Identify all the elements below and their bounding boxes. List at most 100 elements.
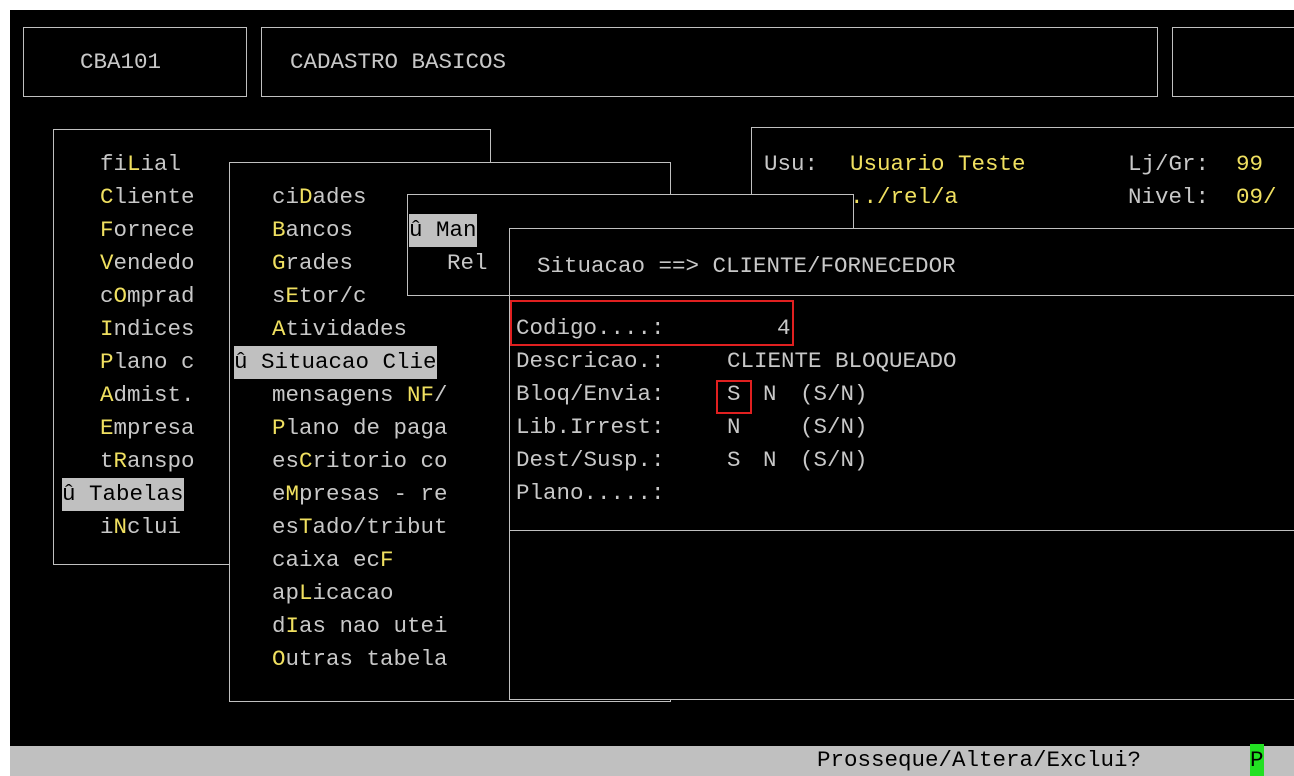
tables-menu-item[interactable]: eMpresas - re bbox=[272, 478, 448, 511]
main-menu-item-hotkey: F bbox=[100, 217, 114, 243]
tables-menu-item-label: ritorio co bbox=[312, 448, 448, 474]
tables-menu-item-label: es bbox=[272, 514, 300, 540]
tables-menu-item-label: rades bbox=[285, 250, 354, 276]
tables-menu-item[interactable]: mensagens NF/ bbox=[272, 379, 448, 412]
main-menu-item-label: clui bbox=[127, 514, 182, 540]
main-menu-item-label: fi bbox=[100, 151, 128, 177]
main-menu-item-label: ial bbox=[140, 151, 182, 177]
main-menu-item-label: c bbox=[100, 283, 114, 309]
tables-menu-item[interactable]: Outras tabela bbox=[272, 643, 448, 676]
tables-menu-item-label: lano de paga bbox=[285, 415, 448, 441]
descricao-field[interactable]: CLIENTE BLOQUEADO bbox=[727, 345, 957, 378]
main-menu-item-hotkey: I bbox=[100, 316, 114, 342]
lib-value[interactable]: N bbox=[727, 411, 741, 444]
main-menu-item-label: û Tabelas bbox=[62, 481, 184, 507]
tables-menu-item-hotkey: G bbox=[272, 250, 286, 276]
main-menu-item[interactable]: iNclui bbox=[100, 511, 181, 544]
main-menu-item-label: lano c bbox=[113, 349, 195, 375]
main-menu-item-label: mprad bbox=[127, 283, 195, 309]
main-menu-item-hotkey: L bbox=[127, 151, 141, 177]
tables-menu-item[interactable]: Grades bbox=[272, 247, 353, 280]
dest-value-n[interactable]: N bbox=[763, 444, 777, 477]
bloq-label: Bloq/Envia: bbox=[516, 381, 665, 407]
main-menu-item-hotkey: A bbox=[100, 382, 114, 408]
loja-label: Lj/Gr: bbox=[1128, 151, 1210, 177]
main-menu-item-hotkey: N bbox=[113, 514, 128, 540]
main-menu-item[interactable]: tRanspo bbox=[100, 445, 195, 478]
main-menu-item[interactable]: fiLial bbox=[100, 148, 181, 181]
tables-menu-item-label: ades bbox=[312, 184, 367, 210]
tables-menu-item-label: û Situacao Clie bbox=[234, 349, 437, 375]
main-menu-item[interactable]: Fornece bbox=[100, 214, 195, 247]
main-menu-item-hotkey: C bbox=[100, 184, 114, 210]
main-menu-item-hotkey: O bbox=[113, 283, 128, 309]
tables-menu-item[interactable]: apLicacao bbox=[272, 577, 394, 610]
tables-menu-item-hotkey: E bbox=[285, 283, 300, 309]
tables-menu-item[interactable]: dIas nao utei bbox=[272, 610, 448, 643]
terminal-screen: CBA101 CADASTRO BASICOS fiLial Cliente For… bbox=[10, 10, 1294, 776]
tables-menu-item-hotkey: F bbox=[380, 547, 394, 573]
main-menu-item[interactable]: Cliente bbox=[100, 181, 195, 214]
bloq-value-n[interactable]: N bbox=[763, 378, 777, 411]
tables-menu-item[interactable]: û Situacao Clie bbox=[234, 346, 437, 379]
loja-value: 99 bbox=[1236, 151, 1264, 177]
nivel-value: 09/ bbox=[1236, 184, 1277, 210]
plano-label: Plano.....: bbox=[516, 480, 665, 506]
program-title: CADASTRO BASICOS bbox=[290, 49, 507, 75]
tables-menu-item[interactable]: sEtor/c bbox=[272, 280, 367, 313]
main-menu-item-label: i bbox=[100, 514, 114, 540]
tables-menu-item-label: es bbox=[272, 448, 300, 474]
user-name: Usuario Teste bbox=[850, 151, 1026, 177]
tables-menu-item-label: ci bbox=[272, 184, 300, 210]
tables-menu-item-hotkey: T bbox=[299, 514, 313, 540]
main-menu-item[interactable]: Plano c bbox=[100, 346, 195, 379]
main-menu-item[interactable]: cOmprad bbox=[100, 280, 195, 313]
dest-value-s[interactable]: S bbox=[727, 444, 741, 477]
main-menu-item[interactable]: Admist. bbox=[100, 379, 195, 412]
main-menu-item[interactable]: Indices bbox=[100, 313, 195, 346]
status-cursor[interactable]: P bbox=[1250, 744, 1264, 776]
header-right-box bbox=[1172, 27, 1294, 97]
main-menu-item-label: dmist. bbox=[113, 382, 195, 408]
status-bar: Prosseque/Altera/Exclui? P bbox=[10, 744, 1294, 776]
descricao-label: Descricao.: bbox=[516, 348, 665, 374]
tables-menu-item-label: ado/tribut bbox=[312, 514, 448, 540]
tables-menu-item-label: icacao bbox=[312, 580, 394, 606]
tables-menu-item-label: / bbox=[434, 382, 448, 408]
tables-menu-item-hotkey: P bbox=[272, 415, 286, 441]
tables-menu-item-hotkey: B bbox=[272, 217, 286, 243]
tables-menu-item-hotkey: O bbox=[272, 646, 286, 672]
tables-menu-item[interactable]: caixa ecF bbox=[272, 544, 394, 577]
main-menu-item-hotkey: V bbox=[100, 250, 114, 276]
tables-menu-item-label: ap bbox=[272, 580, 300, 606]
main-menu-item-hotkey: R bbox=[113, 448, 128, 474]
main-menu-item[interactable]: û Tabelas bbox=[62, 478, 184, 511]
tables-menu-item[interactable]: esCritorio co bbox=[272, 445, 448, 478]
nivel-label: Nivel: bbox=[1128, 184, 1210, 210]
tables-menu-item-label: tor/c bbox=[299, 283, 367, 309]
main-menu-item-hotkey: P bbox=[100, 349, 114, 375]
path-value: ../rel/a bbox=[850, 184, 959, 210]
main-menu-item[interactable]: Empresa bbox=[100, 412, 195, 445]
tables-menu-item-hotkey: A bbox=[272, 316, 286, 342]
tables-menu-item-hotkey: D bbox=[299, 184, 313, 210]
tables-menu-item[interactable]: Atividades bbox=[272, 313, 407, 346]
dest-label: Dest/Susp.: bbox=[516, 447, 665, 473]
dest-hint: (S/N) bbox=[800, 447, 868, 473]
tables-menu-item[interactable]: esTado/tribut bbox=[272, 511, 448, 544]
form-bottom-divider bbox=[509, 530, 1294, 531]
codigo-focus-box bbox=[510, 300, 794, 346]
menu-item-relatorio[interactable]: Rel bbox=[447, 247, 488, 280]
tables-menu-item-label: caixa ec bbox=[272, 547, 381, 573]
main-menu-item-label: liente bbox=[113, 184, 195, 210]
menu-item-manutencao[interactable]: û Man bbox=[409, 214, 477, 247]
tables-menu-item[interactable]: Bancos bbox=[272, 214, 353, 247]
main-menu-item-label: endedo bbox=[113, 250, 195, 276]
tables-menu-item-hotkey: M bbox=[285, 481, 300, 507]
form-title-divider bbox=[509, 295, 1294, 296]
main-menu-item[interactable]: Vendedo bbox=[100, 247, 195, 280]
main-menu-item-label: anspo bbox=[127, 448, 195, 474]
tables-menu-item[interactable]: ciDades bbox=[272, 181, 367, 214]
tables-menu-item-hotkey: C bbox=[299, 448, 313, 474]
tables-menu-item[interactable]: Plano de paga bbox=[272, 412, 448, 445]
